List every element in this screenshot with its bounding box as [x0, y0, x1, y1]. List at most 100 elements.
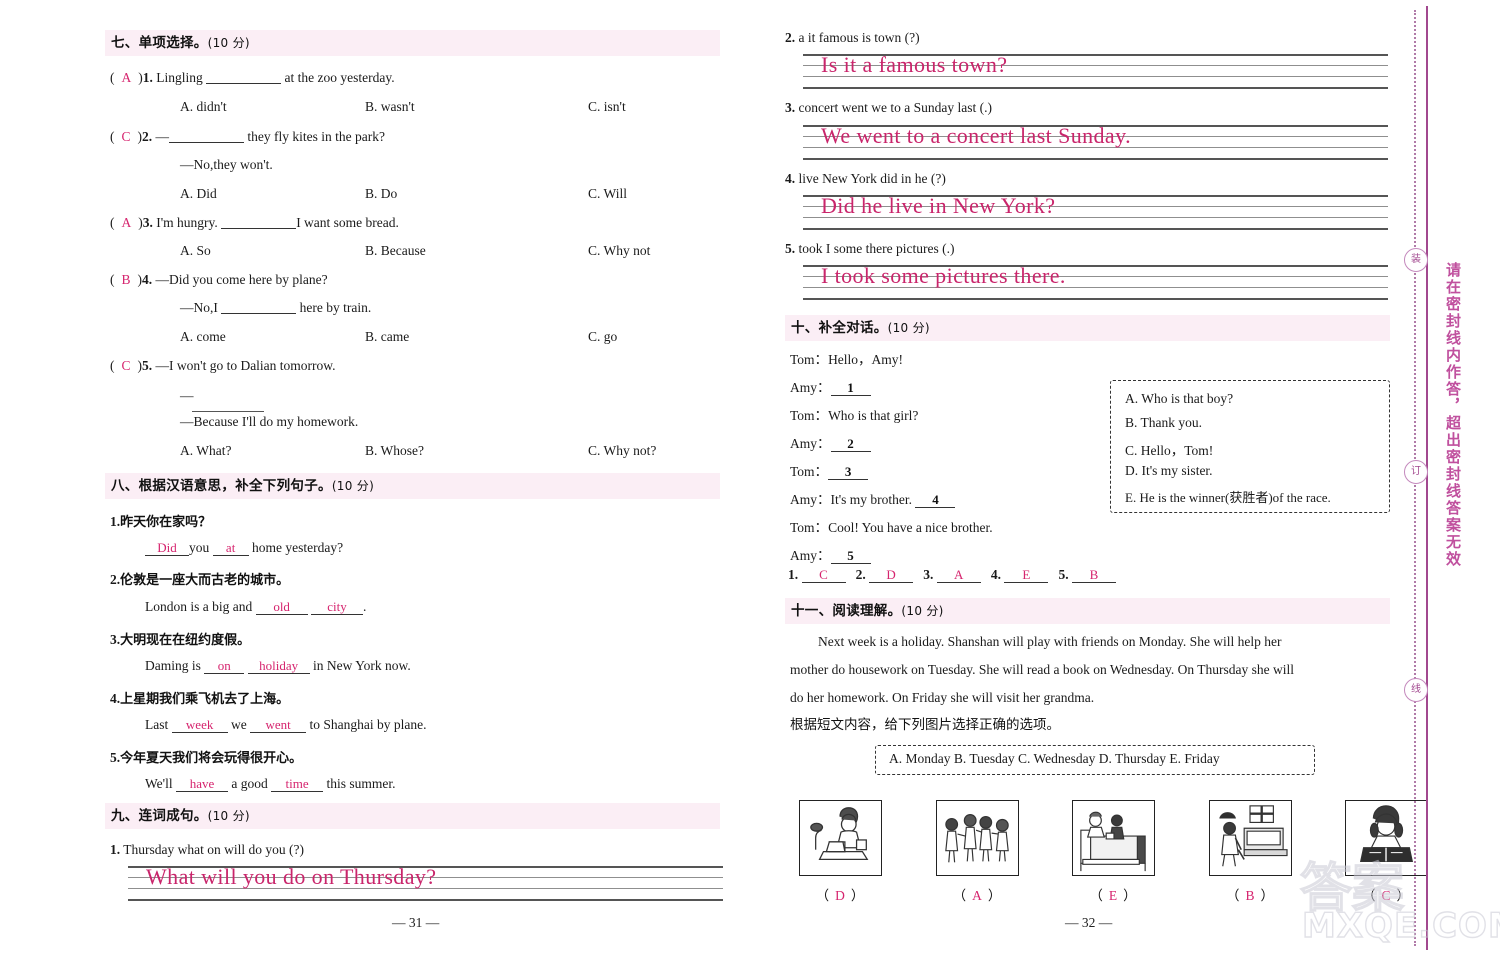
section-heading-9: 九、连词成句。(10 分) — [105, 803, 720, 829]
fill-answer-3-2[interactable]: holiday — [247, 659, 310, 674]
fill-item-1-num: 1. — [110, 514, 121, 529]
dialogue-choice-b[interactable]: B. Thank you. — [1125, 415, 1202, 431]
fill-item-2-num: 2. — [110, 572, 121, 587]
fill-item-5-cn: 今年夏天我们将会玩得很开心。 — [120, 751, 303, 766]
option-3-a[interactable]: A. So — [180, 243, 211, 259]
fill-blank-3[interactable] — [221, 216, 297, 229]
fill-item-5-english: We'll have a good time this summer. — [145, 777, 395, 792]
option-2-c[interactable]: C. Will — [588, 186, 627, 202]
dialogue-speaker-6: Amy： — [790, 492, 831, 507]
option-2-b[interactable]: B. Do — [365, 186, 397, 202]
writing-guide-5[interactable]: I took some pictures there. — [803, 263, 1388, 300]
section-heading-10: 十、补全对话。(10 分) — [785, 315, 1390, 341]
fill-answer-5-1[interactable]: have — [175, 777, 228, 792]
fill-answer-4-2[interactable]: went — [250, 718, 307, 733]
option-4-b[interactable]: B. came — [365, 329, 409, 345]
question-stem-4-line2-b: here by train. — [299, 300, 372, 315]
writing-guide-4[interactable]: Did he live in New York? — [803, 193, 1388, 230]
picture-card-1[interactable] — [799, 800, 882, 876]
dialogue-line-1: Tom：Hello，Amy! — [790, 353, 903, 367]
handwritten-answer-2: Is it a famous town? — [821, 52, 1008, 77]
dialogue-answer-1[interactable]: C — [801, 568, 846, 583]
option-4-a[interactable]: A. come — [180, 329, 226, 345]
dialogue-choice-box: A. Who is that boy? B. Thank you. C. Hel… — [1110, 380, 1390, 513]
fill-blank-4[interactable] — [221, 301, 297, 314]
dialogue-answer-4[interactable]: E — [1004, 568, 1049, 583]
fill-item-3-head: Daming is — [145, 658, 201, 673]
dialogue-choice-c[interactable]: C. Hello，Tom! — [1125, 439, 1213, 459]
option-4-c[interactable]: C. go — [588, 329, 617, 345]
option-1-c[interactable]: C. isn't — [588, 99, 626, 115]
option-5-b[interactable]: B. Whose? — [365, 443, 424, 459]
option-5-c[interactable]: C. Why not? — [588, 443, 656, 459]
fill-answer-2-1[interactable]: old — [255, 600, 308, 615]
fill-blank-5[interactable] — [192, 411, 264, 412]
writing-guide-3[interactable]: We went to a concert last Sunday. — [803, 123, 1388, 160]
picture-card-2[interactable] — [936, 800, 1019, 876]
answer-letter-5: C — [121, 358, 131, 373]
dialogue-answer-5[interactable]: B — [1072, 568, 1116, 583]
option-3-c[interactable]: C. Why not — [588, 243, 650, 259]
dialogue-speaker-7: Tom： — [790, 520, 829, 535]
section-9-title: 九、连词成句。 — [111, 808, 208, 824]
dialogue-answer-3[interactable]: A — [936, 568, 981, 583]
dialogue-text-1: Hello，Amy! — [828, 352, 904, 367]
fill-item-3-num: 3. — [110, 632, 121, 647]
option-3-b[interactable]: B. Because — [365, 243, 426, 259]
question-stem-2a: — — [155, 129, 170, 144]
dialogue-blank-4[interactable]: 4 — [915, 493, 956, 508]
question-stem-4a: —Did you come here by plane? — [155, 272, 328, 287]
dialogue-choice-e[interactable]: E. He is the winner(获胜者)of the race. — [1125, 487, 1331, 506]
option-1-a[interactable]: A. didn't — [180, 99, 227, 115]
dialogue-blank-3[interactable]: 3 — [828, 465, 869, 480]
reading-option-bar-text[interactable]: A. Monday B. Tuesday C. Wednesday D. Thu… — [889, 751, 1220, 767]
dialogue-blank-2[interactable]: 2 — [830, 437, 871, 452]
picture-answer-5-value: C — [1381, 888, 1391, 903]
section-7-points: (10 分) — [207, 36, 250, 50]
question-number-2: 2. — [142, 129, 153, 144]
fill-blank-2[interactable] — [169, 130, 245, 143]
fill-item-1-cn: 昨天你在家吗？ — [120, 515, 212, 530]
section-8-points: (10 分) — [331, 479, 375, 493]
fill-answer-5-2[interactable]: time — [271, 777, 324, 792]
fill-answer-4-1[interactable]: week — [171, 718, 228, 733]
fill-answer-3-1[interactable]: on — [204, 659, 245, 674]
dialogue-answer-num-4: 4. — [990, 567, 1001, 582]
dialogue-blank-1[interactable]: 1 — [830, 381, 871, 396]
dialogue-line-5: Tom： 3 — [790, 465, 869, 480]
fill-answer-2-2[interactable]: city — [311, 600, 363, 615]
dialogue-blank-5[interactable]: 5 — [830, 549, 871, 564]
option-1-b[interactable]: B. wasn't — [365, 99, 415, 115]
dialogue-speaker-2: Amy： — [790, 380, 831, 395]
fill-item-4-head: Last — [145, 717, 169, 732]
writing-guide-1[interactable]: What will you do on Thursday? — [128, 864, 723, 901]
answer-bracket-5: ( — [110, 358, 115, 373]
question-stem-5-line3: —Because I'll do my homework. — [180, 414, 359, 429]
option-2-a[interactable]: A. Did — [180, 186, 217, 202]
dialogue-choice-d[interactable]: D. It's my sister. — [1125, 463, 1213, 479]
fill-item-5-head: We'll — [145, 776, 173, 791]
dialogue-text-7: Cool! You have a nice brother. — [828, 520, 993, 535]
question-number-1: 1. — [142, 70, 153, 85]
rearrange-item-2: 2. a it famous is town (?) — [785, 31, 920, 45]
rearrange-item-3-words: concert went we to a Sunday last (.) — [798, 100, 992, 115]
question-row-3: (A)3. I'm hungry. I want some bread. — [110, 215, 399, 231]
reading-passage-line-2: mother do housework on Tuesday. She will… — [790, 662, 1294, 677]
fill-answer-1-1[interactable]: Did — [145, 541, 189, 556]
picture-card-4[interactable] — [1209, 800, 1292, 876]
page-number-left: — 31 — — [392, 915, 440, 930]
option-5-a[interactable]: A. What? — [180, 443, 231, 459]
picture-answer-4: （B） — [1225, 888, 1274, 903]
fill-answer-1-2[interactable]: at — [212, 541, 249, 556]
rearrange-item-4-words: live New York did in he (?) — [798, 171, 946, 186]
picture-card-3[interactable] — [1072, 800, 1155, 876]
question-stem-5-dash: — — [180, 388, 194, 403]
answer-letter-3: A — [121, 215, 132, 230]
seal-vertical-text: 请在密封线内作答，超出密封线答案无效 — [1444, 262, 1462, 568]
writing-guide-2[interactable]: Is it a famous town? — [803, 52, 1388, 89]
dialogue-answer-2[interactable]: D — [869, 568, 914, 583]
dialogue-choice-a[interactable]: A. Who is that boy? — [1125, 391, 1233, 407]
page-number-right: — 32 — — [1065, 915, 1113, 930]
fill-blank-1[interactable] — [206, 71, 282, 84]
seal-marker-1: 装 — [1404, 248, 1428, 272]
